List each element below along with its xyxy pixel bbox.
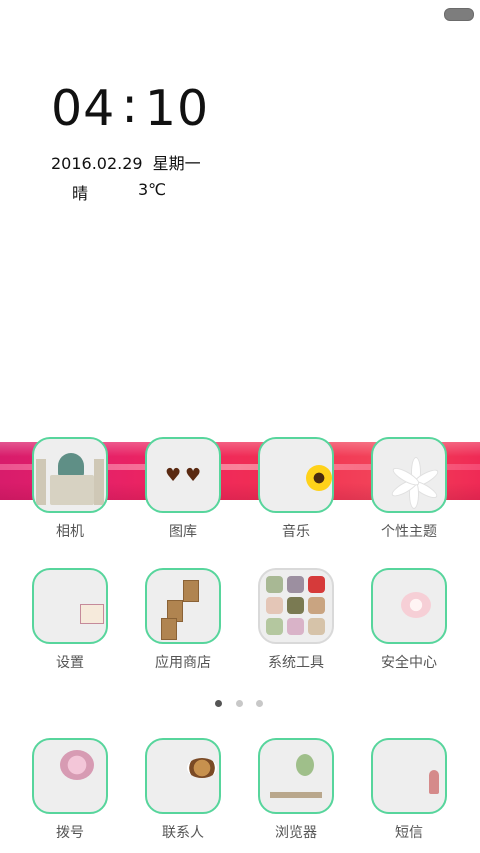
security-center-icon [371, 568, 447, 644]
app-label: 系统工具 [268, 655, 324, 671]
sms-icon [371, 738, 447, 814]
app-label: 图库 [169, 524, 197, 540]
contacts-icon [145, 738, 221, 814]
app-security-center[interactable]: 安全中心 [359, 568, 459, 672]
app-store[interactable]: 应用商店 [133, 568, 233, 672]
app-label: 短信 [395, 825, 423, 841]
weekday-text: 星期一 [152, 154, 201, 173]
app-label: 音乐 [282, 524, 310, 540]
app-label: 设置 [56, 655, 84, 671]
system-tools-icon [258, 568, 334, 644]
music-icon [258, 437, 334, 513]
app-sms[interactable]: 短信 [359, 738, 459, 842]
weather-widget[interactable]: 晴 3℃ [72, 180, 166, 204]
app-store-icon [145, 568, 221, 644]
app-contacts[interactable]: 联系人 [133, 738, 233, 842]
clock-time[interactable]: 04:10 [51, 77, 209, 134]
app-label: 联系人 [162, 825, 204, 841]
clock-hours: 04 [51, 80, 116, 137]
page-dot-2[interactable] [236, 700, 243, 707]
app-music[interactable]: 音乐 [246, 437, 346, 541]
app-system-tools[interactable]: 系统工具 [246, 568, 346, 672]
page-dot-3[interactable] [256, 700, 263, 707]
app-label: 安全中心 [381, 655, 437, 671]
app-browser[interactable]: 浏览器 [246, 738, 346, 842]
date-line: 2016.02.29 星期一 [51, 150, 201, 174]
phone-icon [32, 738, 108, 814]
browser-icon [258, 738, 334, 814]
app-label: 浏览器 [275, 825, 317, 841]
status-pill-icon [444, 8, 474, 21]
clock-separator: : [121, 77, 139, 134]
app-label: 拨号 [56, 825, 84, 841]
app-settings[interactable]: 设置 [20, 568, 120, 672]
app-label: 相机 [56, 524, 84, 540]
settings-icon [32, 568, 108, 644]
weather-temperature: 3℃ [138, 180, 167, 199]
app-theme[interactable]: 个性主题 [359, 437, 459, 541]
app-label: 个性主题 [381, 524, 437, 540]
app-label: 应用商店 [155, 655, 211, 671]
gallery-icon: ♥ ♥ [145, 437, 221, 513]
date-text: 2016.02.29 [51, 154, 143, 173]
clock-minutes: 10 [144, 80, 210, 137]
app-gallery[interactable]: ♥ ♥ 图库 [133, 437, 233, 541]
weather-condition: 晴 [72, 184, 89, 203]
app-phone[interactable]: 拨号 [20, 738, 120, 842]
theme-icon [371, 437, 447, 513]
app-camera[interactable]: 相机 [20, 437, 120, 541]
page-dot-1[interactable] [215, 700, 222, 707]
camera-icon [32, 437, 108, 513]
